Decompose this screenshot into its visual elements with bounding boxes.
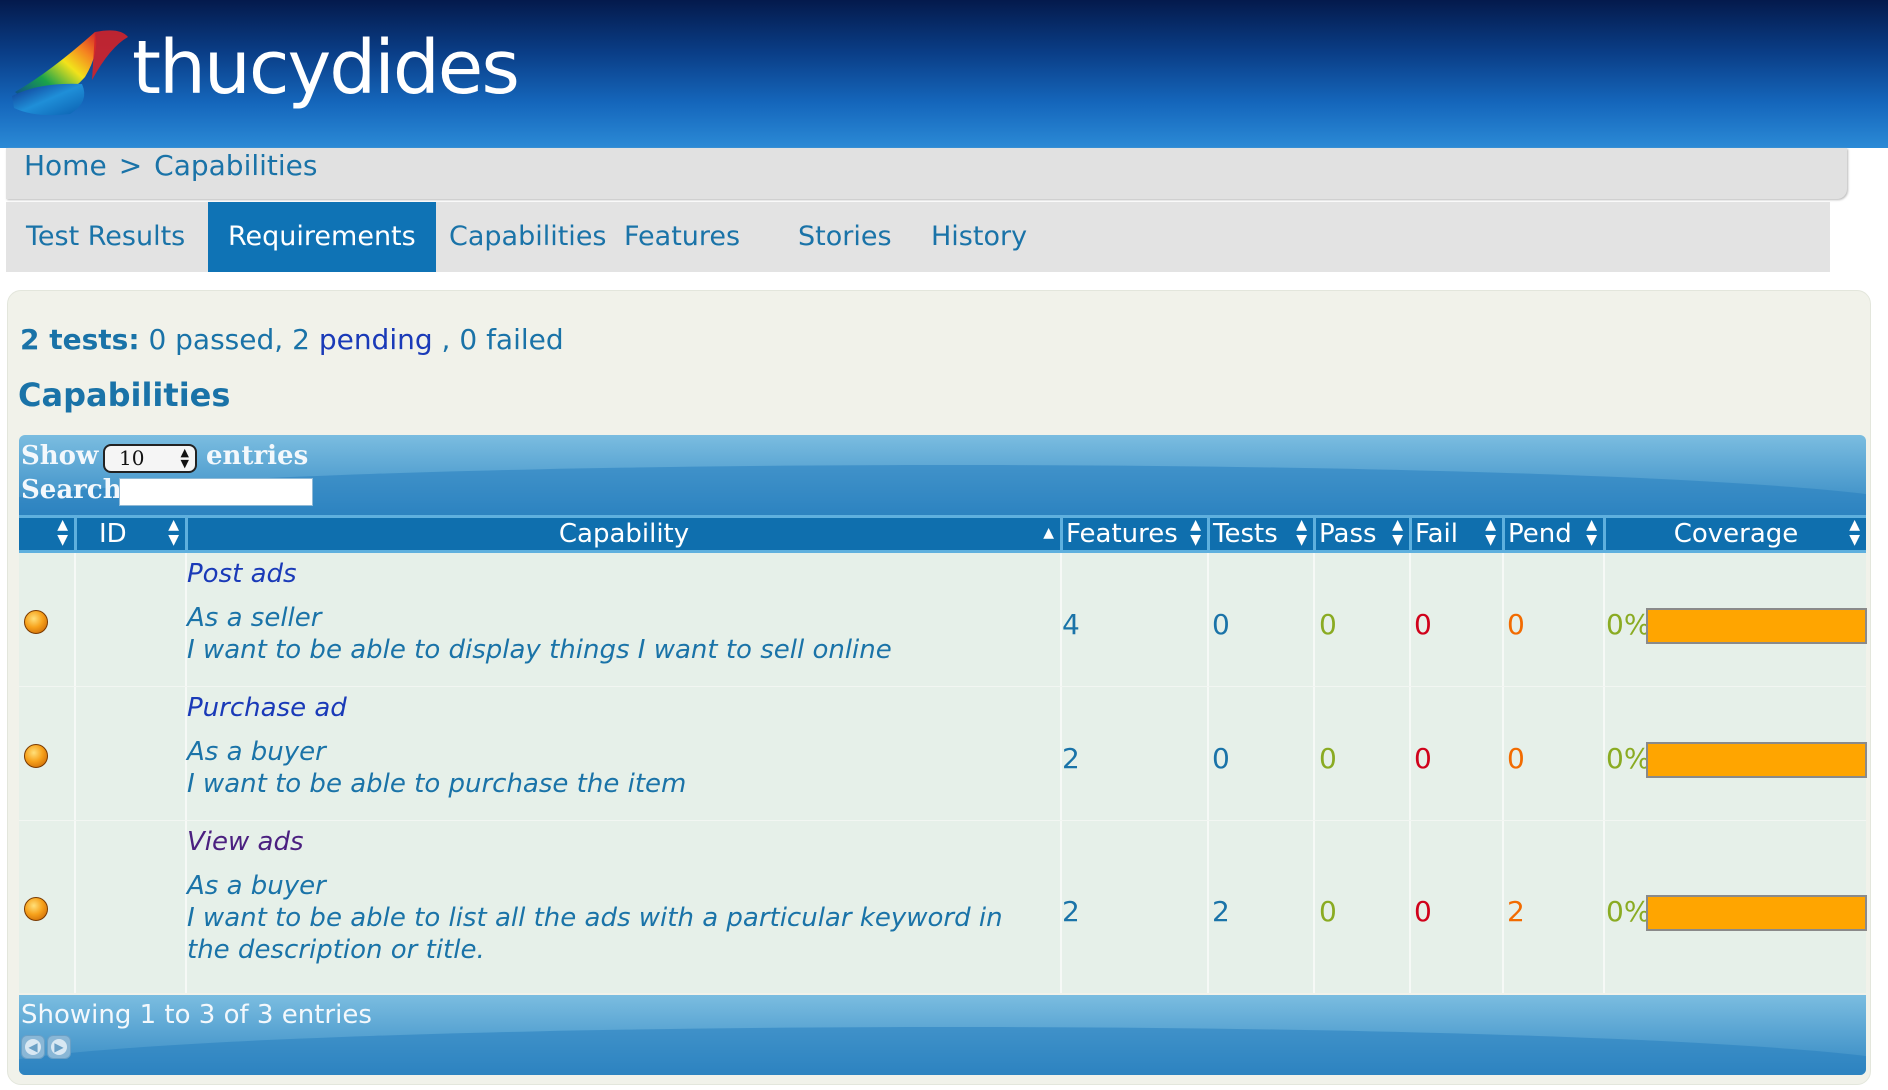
summary-failed: , 0 failed <box>441 323 564 356</box>
features-count: 2 <box>1062 742 1080 775</box>
pend-count: 0 <box>1507 608 1525 641</box>
sort-icon: ▲ ▼ <box>168 517 179 548</box>
table-footer: Showing 1 to 3 of 3 entries ◀ ▶ <box>19 995 1866 1075</box>
sort-icon: ▲ ▼ <box>1296 517 1307 548</box>
capability-narrative: I want to be able to list all the ads wi… <box>187 903 1003 933</box>
footer-wave-decoration <box>19 1027 1866 1075</box>
app-header: thucydides <box>0 0 1888 148</box>
table-row: Purchase ad As a buyer I want to be able… <box>19 687 1867 821</box>
coverage-percent: 0% <box>1606 608 1651 641</box>
coverage-bar <box>1646 742 1867 778</box>
breadcrumb-separator: > <box>118 149 143 182</box>
sort-icon: ▲ ▼ <box>1849 517 1860 548</box>
page-length-value: 10 <box>119 446 145 470</box>
summary-count: 2 tests: <box>20 323 140 356</box>
coverage-bar <box>1646 895 1867 931</box>
table-row: Post ads As a seller I want to be able t… <box>19 553 1867 687</box>
features-count: 2 <box>1062 895 1080 928</box>
column-header-features[interactable]: Features ▲ ▼ <box>1060 518 1207 550</box>
pass-count: 0 <box>1319 608 1337 641</box>
test-summary: 2 tests: 0 passed, 2 pending , 0 failed <box>20 321 564 359</box>
tests-count: 0 <box>1212 608 1230 641</box>
tab-test-results[interactable]: Test Results <box>6 202 205 272</box>
tab-stories[interactable]: Stories <box>778 202 912 272</box>
sort-icon: ▲ ▼ <box>1485 517 1496 548</box>
column-header-fail[interactable]: Fail ▲ ▼ <box>1409 518 1502 550</box>
breadcrumb: Home > Capabilities <box>24 148 329 184</box>
capability-narrative: As a buyer <box>187 871 326 901</box>
capability-link[interactable]: Post ads <box>187 559 297 589</box>
pass-count: 0 <box>1319 742 1337 775</box>
thucydides-logo-icon <box>12 30 128 116</box>
table-row: View ads As a buyer I want to be able to… <box>19 821 1867 993</box>
sort-icon: ▲ ▼ <box>57 517 68 548</box>
coverage-percent: 0% <box>1606 895 1651 928</box>
sort-ascending-icon: ▲ <box>1043 525 1054 541</box>
summary-passed: 0 passed, <box>148 323 284 356</box>
fail-count: 0 <box>1414 742 1432 775</box>
capability-narrative: As a seller <box>187 603 322 633</box>
tab-requirements[interactable]: Requirements <box>208 202 436 272</box>
capabilities-table: Show 10 ▲ ▼ entries Search: ▲ ▼ ID ▲ ▼ Capab… <box>19 435 1867 1075</box>
pending-status-icon <box>24 897 48 921</box>
coverage-bar <box>1646 608 1867 644</box>
arrow-right-icon: ▶ <box>51 1039 67 1055</box>
tab-history[interactable]: History <box>911 202 1047 272</box>
fail-count: 0 <box>1414 608 1432 641</box>
column-header-tests[interactable]: Tests ▲ ▼ <box>1207 518 1313 550</box>
pending-status-icon <box>24 610 48 634</box>
capability-link[interactable]: View ads <box>187 827 304 857</box>
breadcrumb-bar: Home > Capabilities <box>6 148 1847 199</box>
previous-page-button[interactable]: ◀ <box>21 1035 45 1059</box>
next-page-button[interactable]: ▶ <box>47 1035 71 1059</box>
breadcrumb-current: Capabilities <box>154 149 318 182</box>
tests-count: 2 <box>1212 895 1230 928</box>
column-header-status[interactable]: ▲ ▼ <box>19 518 74 550</box>
column-header-coverage[interactable]: Coverage ▲ ▼ <box>1603 518 1866 550</box>
table-header-row: ▲ ▼ ID ▲ ▼ Capability ▲ Features ▲ ▼ Tests ▲ ▼ P… <box>19 515 1866 553</box>
table-info: Showing 1 to 3 of 3 entries <box>21 1000 372 1030</box>
app-logo-text[interactable]: thucydides <box>132 18 520 118</box>
pass-count: 0 <box>1319 895 1337 928</box>
main-content: 2 tests: 0 passed, 2 pending , 0 failed … <box>7 290 1871 1085</box>
breadcrumb-home-link[interactable]: Home <box>24 149 107 182</box>
column-header-pend[interactable]: Pend ▲ ▼ <box>1502 518 1603 550</box>
search-label: Search: <box>21 475 132 505</box>
select-arrows-icon: ▲ ▼ <box>180 446 189 470</box>
entries-label: entries <box>206 441 309 471</box>
summary-pending-link[interactable]: pending <box>319 323 433 356</box>
sort-icon: ▲ ▼ <box>1392 517 1403 548</box>
pend-count: 2 <box>1507 895 1525 928</box>
capability-narrative: the description or title. <box>187 935 485 965</box>
summary-pending-count: 2 <box>292 323 310 356</box>
show-label: Show <box>21 441 99 471</box>
column-header-id[interactable]: ID ▲ ▼ <box>74 518 185 550</box>
search-input[interactable] <box>119 478 313 506</box>
coverage-percent: 0% <box>1606 742 1651 775</box>
sort-icon: ▲ ▼ <box>1190 517 1201 548</box>
tab-capabilities[interactable]: Capabilities <box>429 202 627 272</box>
capability-narrative: I want to be able to purchase the item <box>187 769 687 799</box>
capability-link[interactable]: Purchase ad <box>187 693 347 723</box>
column-header-pass[interactable]: Pass ▲ ▼ <box>1313 518 1409 550</box>
capability-narrative: As a buyer <box>187 737 326 767</box>
pend-count: 0 <box>1507 742 1525 775</box>
column-header-capability[interactable]: Capability ▲ <box>185 518 1060 550</box>
tab-features[interactable]: Features <box>604 202 760 272</box>
table-body: Post ads As a seller I want to be able t… <box>19 553 1867 993</box>
section-title: Capabilities <box>18 376 231 414</box>
features-count: 4 <box>1062 608 1080 641</box>
table-controls: Show 10 ▲ ▼ entries Search: <box>19 435 1866 515</box>
page-length-select[interactable]: 10 ▲ ▼ <box>103 444 197 473</box>
arrow-left-icon: ◀ <box>25 1039 41 1055</box>
tests-count: 0 <box>1212 742 1230 775</box>
main-tabs: Test Results Requirements Capabilities F… <box>6 202 1830 272</box>
capability-narrative: I want to be able to display things I wa… <box>187 635 892 665</box>
sort-icon: ▲ ▼ <box>1586 517 1597 548</box>
fail-count: 0 <box>1414 895 1432 928</box>
pending-status-icon <box>24 744 48 768</box>
